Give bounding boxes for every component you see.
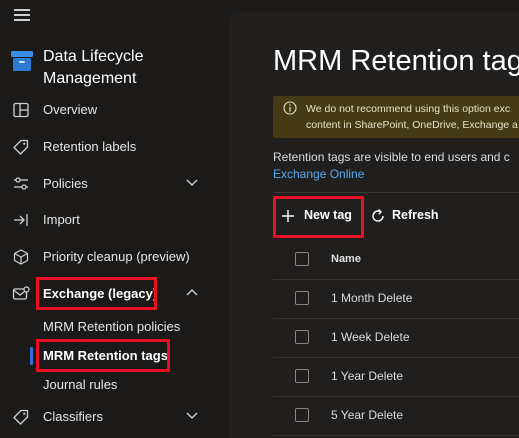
mail-settings-icon — [12, 286, 30, 300]
sidebar-item-retention-labels[interactable]: Retention labels — [0, 132, 229, 162]
page-title: MRM Retention tag — [273, 45, 519, 77]
sidebar-item-classifiers[interactable]: Classifiers — [0, 402, 229, 432]
refresh-label: Refresh — [392, 208, 439, 222]
warning-text: We do not recommend using this option ex… — [306, 103, 518, 131]
tag-icon — [13, 409, 29, 425]
divider — [273, 192, 519, 193]
sidebar: Data Lifecycle Management Overview Reten… — [0, 0, 229, 438]
select-all-checkbox[interactable] — [295, 252, 309, 266]
sidebar-item-label: MRM Retention policies — [43, 319, 181, 334]
row-name[interactable]: 1 Year Delete — [331, 369, 403, 383]
sliders-icon — [14, 177, 28, 190]
sidebar-item-label: Priority cleanup (preview) — [43, 249, 190, 264]
sidebar-item-import[interactable]: Import — [0, 205, 229, 235]
column-header-name[interactable]: Name — [331, 253, 361, 265]
table-row[interactable]: 1 Week Delete — [273, 318, 519, 358]
sidebar-subitem-journal-rules[interactable]: Journal rules — [0, 371, 229, 399]
cube-icon — [13, 249, 29, 265]
sidebar-item-overview[interactable]: Overview — [0, 95, 229, 125]
row-name[interactable]: 5 Year Delete — [331, 408, 403, 422]
tag-icon — [13, 139, 29, 155]
exchange-online-link[interactable]: Exchange Online — [273, 166, 364, 183]
table-row[interactable]: 1 Month Delete — [273, 279, 519, 319]
sidebar-subitem-mrm-retention-policies[interactable]: MRM Retention policies — [0, 313, 229, 341]
sidebar-item-label: Import — [43, 212, 80, 227]
description-text: Retention tags are visible to end users … — [273, 150, 510, 164]
info-icon — [283, 101, 297, 115]
table-header: Name — [273, 240, 519, 280]
sidebar-item-label: Classifiers — [43, 409, 103, 424]
sidebar-item-policies[interactable]: Policies — [0, 169, 229, 199]
table-row[interactable]: 5 Year Delete — [273, 396, 519, 436]
sidebar-item-priority-cleanup[interactable]: Priority cleanup (preview) — [0, 242, 229, 272]
row-checkbox[interactable] — [295, 369, 309, 383]
highlight-box-exchange — [36, 277, 157, 310]
selected-indicator — [30, 347, 33, 365]
sidebar-item-label: Retention labels — [43, 139, 137, 154]
refresh-button[interactable]: Refresh — [363, 202, 443, 230]
layout-icon — [13, 102, 29, 118]
highlight-box-retention-tags — [36, 339, 170, 372]
hamburger-menu-icon[interactable] — [14, 9, 30, 21]
row-checkbox[interactable] — [295, 330, 309, 344]
main-panel: MRM Retention tag We do not recommend us… — [229, 12, 519, 438]
chevron-down-icon — [186, 179, 198, 186]
archive-box-icon — [11, 51, 33, 71]
sidebar-item-label: Policies — [43, 176, 88, 191]
import-icon — [14, 214, 28, 226]
table-row[interactable]: 1 Year Delete — [273, 357, 519, 397]
row-name[interactable]: 1 Week Delete — [331, 330, 410, 344]
app-title: Data Lifecycle Management — [43, 48, 144, 87]
sidebar-item-label: Overview — [43, 102, 98, 117]
sidebar-item-label: Journal rules — [43, 377, 118, 392]
row-checkbox[interactable] — [295, 408, 309, 422]
warning-banner: We do not recommend using this option ex… — [273, 96, 519, 138]
chevron-up-icon — [186, 289, 198, 296]
refresh-icon — [372, 208, 384, 222]
row-name[interactable]: 1 Month Delete — [331, 291, 412, 305]
highlight-box-new-tag — [273, 196, 364, 238]
row-checkbox[interactable] — [295, 291, 309, 305]
chevron-down-icon — [186, 412, 198, 419]
